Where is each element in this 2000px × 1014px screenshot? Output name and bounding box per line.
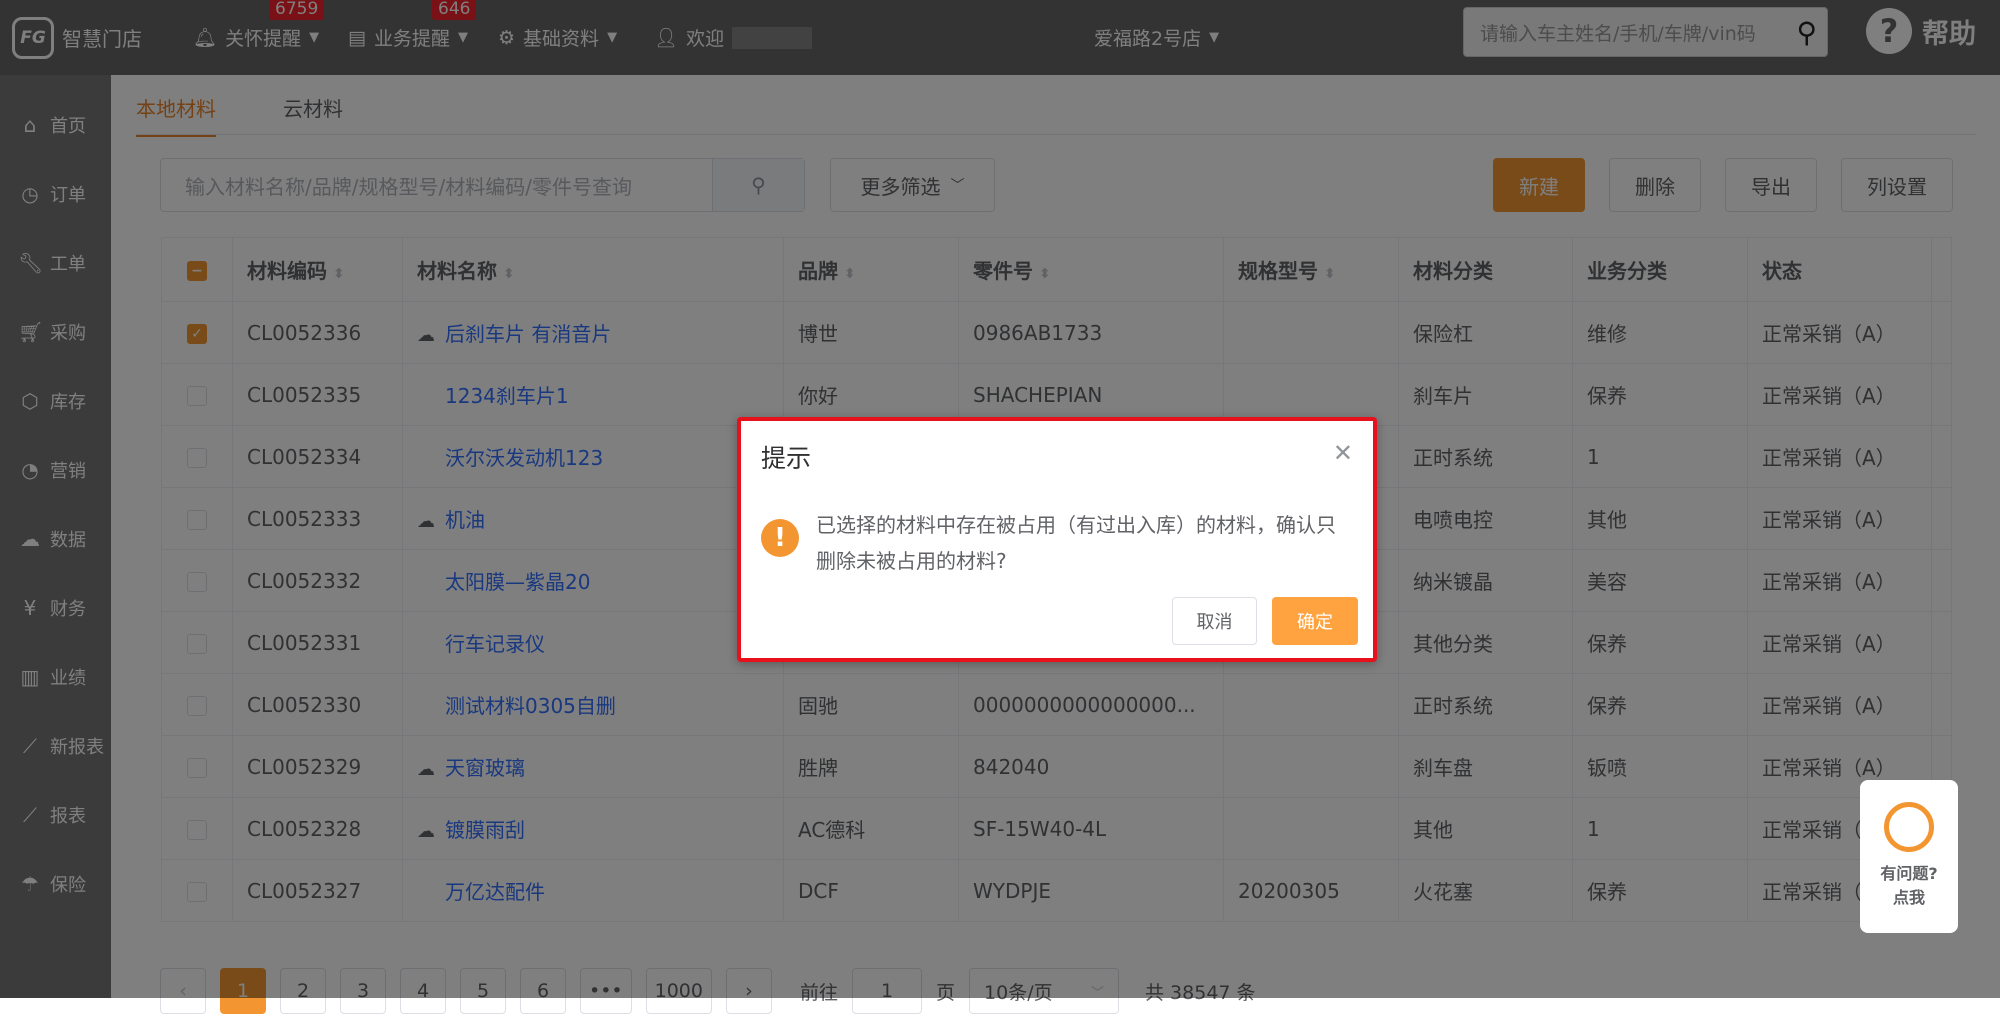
customer-service-widget[interactable]: 有问题? 点我 (1860, 780, 1958, 933)
confirm-button[interactable]: 确定 (1272, 597, 1358, 645)
headset-icon (1884, 802, 1934, 852)
dialog-message: 已选择的材料中存在被占用（有过出入库）的材料，确认只删除未被占用的材料? (816, 513, 1336, 573)
dialog-title: 提示 (761, 444, 812, 473)
cancel-button[interactable]: 取消 (1172, 597, 1257, 645)
help-float-line2: 点我 (1892, 888, 1925, 907)
warning-icon: ! (761, 519, 799, 557)
close-icon[interactable]: ✕ (1333, 439, 1353, 467)
confirm-dialog: 提示 ✕ ! 已选择的材料中存在被占用（有过出入库）的材料，确认只删除未被占用的… (737, 417, 1377, 662)
help-float-line1: 有问题? (1880, 864, 1938, 883)
